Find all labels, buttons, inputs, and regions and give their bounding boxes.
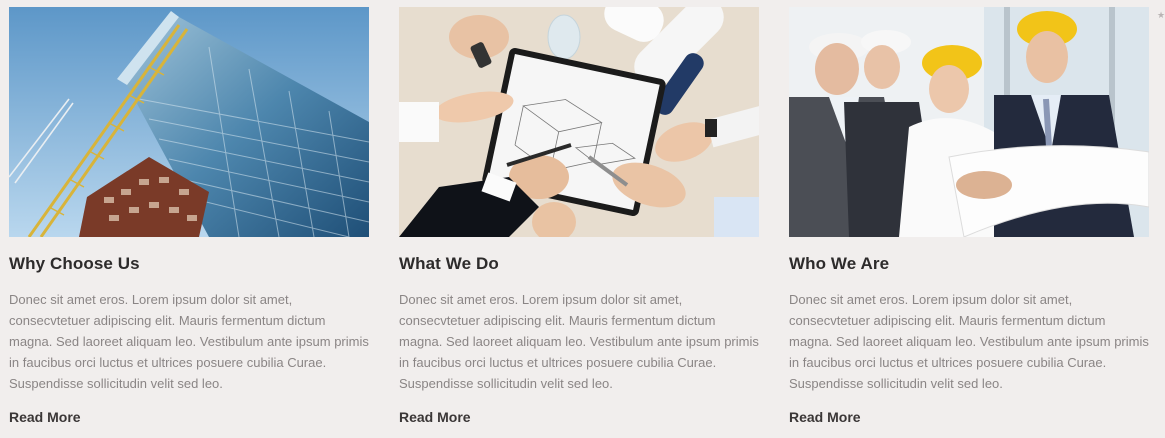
card-title: Why Choose Us: [9, 254, 140, 273]
card-description: Donec sit amet eros. Lorem ipsum dolor s…: [789, 292, 1149, 391]
card-title: Who We Are: [789, 254, 890, 273]
card-title: What We Do: [399, 254, 499, 273]
blueprint-meeting-image[interactable]: [399, 7, 759, 237]
building-crane-image[interactable]: [9, 7, 369, 237]
read-more-link[interactable]: Read More: [789, 408, 861, 426]
features-section: Why Choose Us Donec sit amet eros. Lorem…: [0, 0, 1165, 438]
feature-card-why-choose-us: Why Choose Us Donec sit amet eros. Lorem…: [9, 7, 369, 427]
engineers-team-image[interactable]: [789, 7, 1149, 237]
star-icon: ★: [1157, 10, 1165, 20]
feature-card-what-we-do: What We Do Donec sit amet eros. Lorem ip…: [399, 7, 759, 427]
card-description: Donec sit amet eros. Lorem ipsum dolor s…: [9, 292, 369, 391]
card-description: Donec sit amet eros. Lorem ipsum dolor s…: [399, 292, 759, 391]
read-more-link[interactable]: Read More: [9, 408, 81, 426]
feature-card-who-we-are: Who We Are Donec sit amet eros. Lorem ip…: [789, 7, 1149, 427]
read-more-link[interactable]: Read More: [399, 408, 471, 426]
